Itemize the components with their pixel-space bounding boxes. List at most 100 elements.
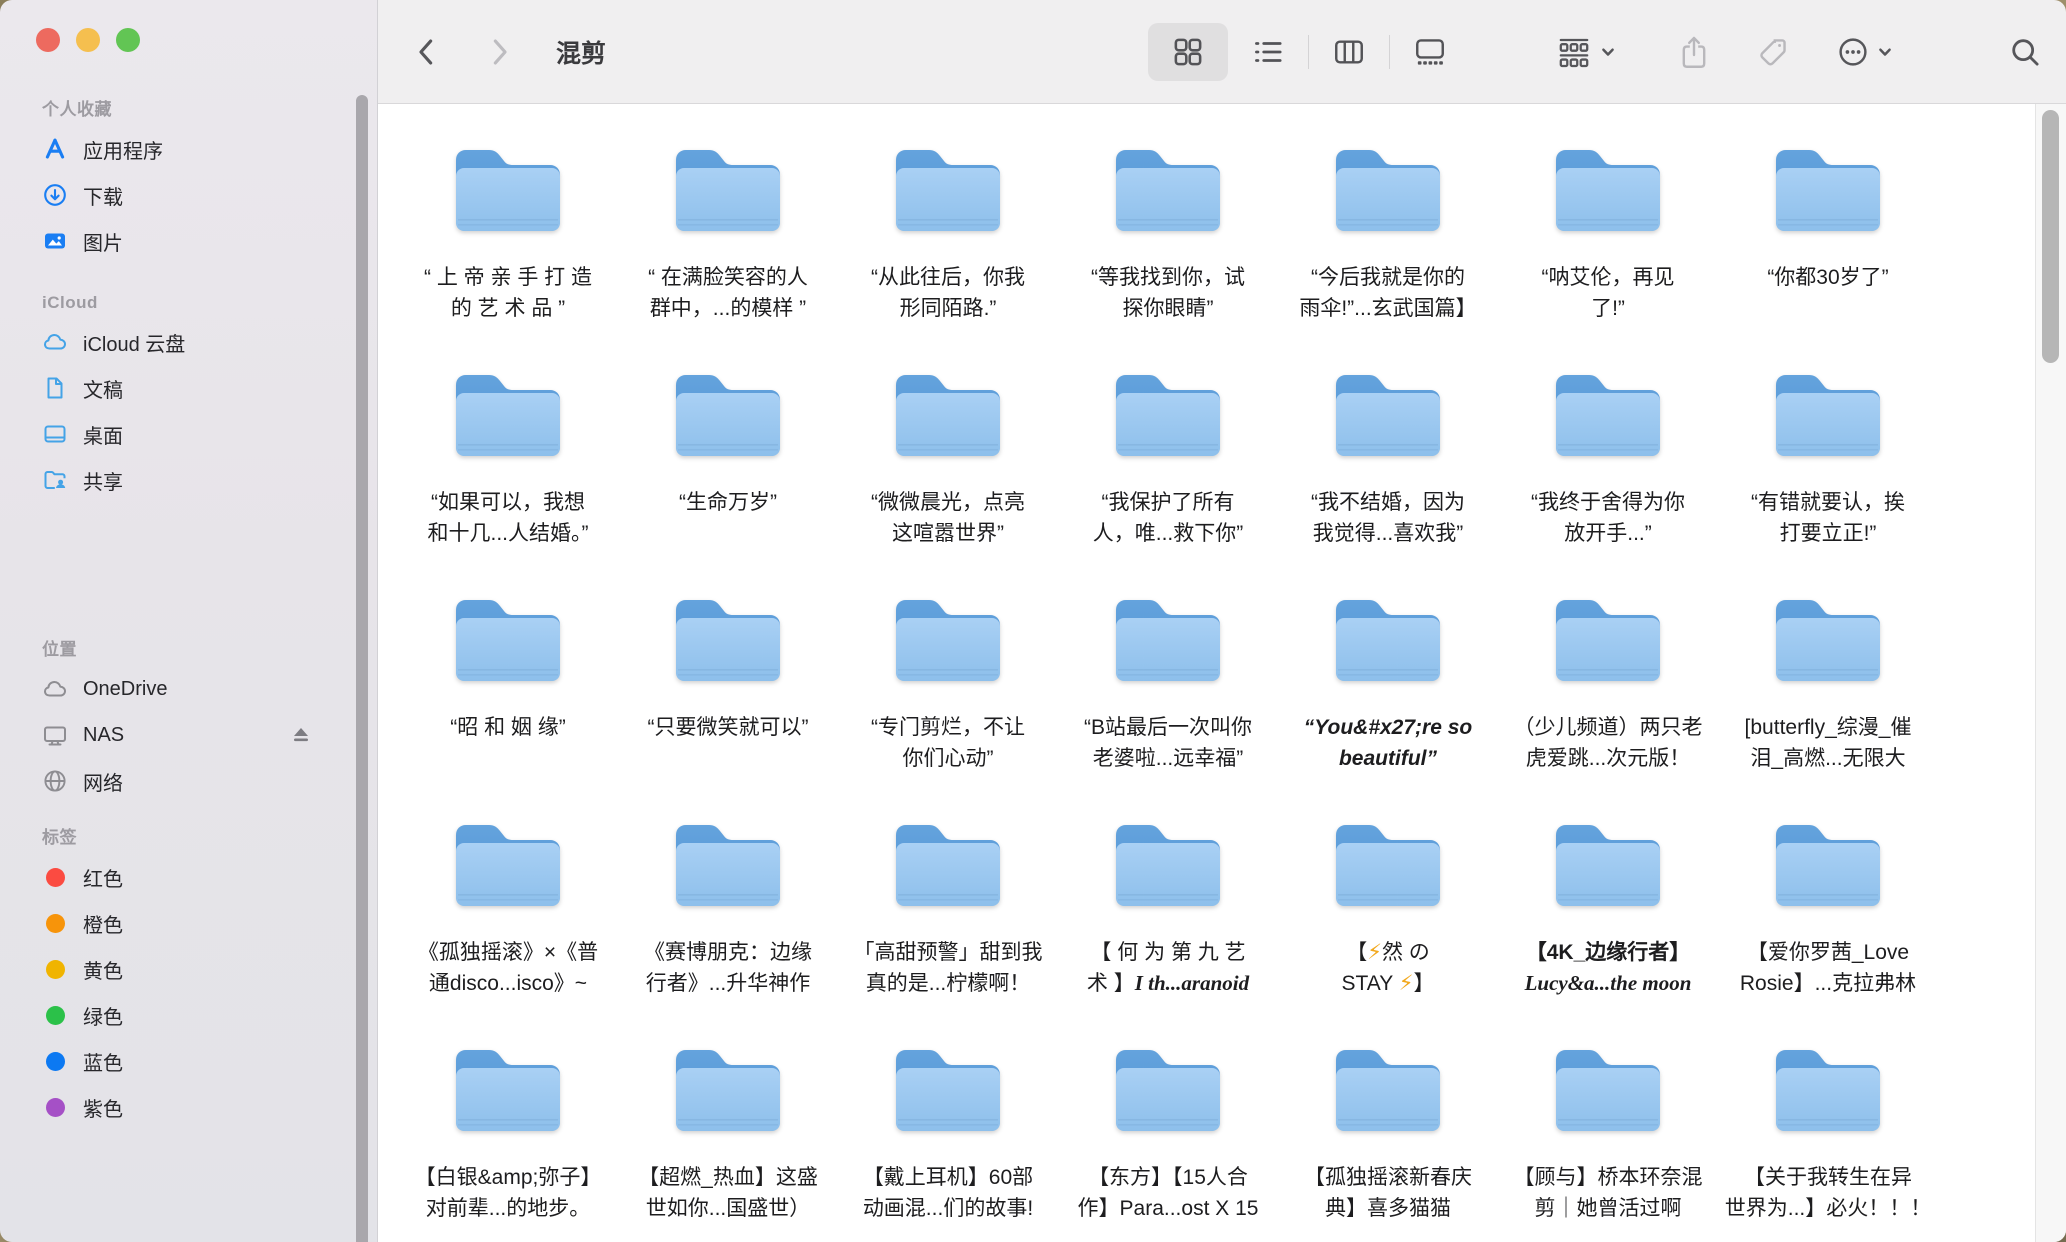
folder-name: “ 上 帝 亲 手 打 造的 艺 术 品 ” <box>424 262 592 324</box>
folder-item[interactable]: “ 在满脸笑容的人群中，...的模样 ” <box>618 142 838 367</box>
folder-grid: “ 上 帝 亲 手 打 造的 艺 术 品 ” “ 在满脸笑容的人群中，...的模样… <box>378 104 2066 1242</box>
tag-color-dot <box>40 1046 70 1076</box>
folder-item[interactable]: 「高甜预警」甜到我真的是...柠檬啊！ <box>838 817 1058 1042</box>
folder-name: 【关于我转生在异世界为...】必火！！！ <box>1725 1162 1932 1224</box>
folder-item[interactable]: “我终于舍得为你放开手...” <box>1498 367 1718 592</box>
sidebar-sections: 个人收藏应用程序下载图片iCloudiCloud 云盘文稿桌面共享位置OneDr… <box>0 88 377 1130</box>
folder-item[interactable]: “我保护了所有人，唯...救下你” <box>1058 367 1278 592</box>
folder-item[interactable]: 【顾与】桥本环奈混剪｜她曾活过啊 <box>1498 1042 1718 1242</box>
sidebar-item-downloads[interactable]: 下载 <box>0 172 377 218</box>
folder-item[interactable]: 【孤独摇滚新春庆典】喜多猫猫 <box>1278 1042 1498 1242</box>
tag-button[interactable] <box>1756 35 1790 69</box>
folder-item[interactable]: “等我找到你，试探你眼睛” <box>1058 142 1278 367</box>
folder-name: “我保护了所有人，唯...救下你” <box>1093 487 1244 549</box>
sidebar-item-label: OneDrive <box>83 678 167 701</box>
folder-item[interactable]: 《孤独摇滚》×《普通disco...isco》~ <box>398 817 618 1042</box>
main-area: 混剪 “ 上 帝 亲 手 打 造的 艺 术 品 ”“ 在满脸笑容的人群中，...… <box>378 0 2066 1242</box>
sidebar-item-network[interactable]: 网络 <box>0 758 377 804</box>
list-view-button[interactable] <box>1228 23 1308 81</box>
folder-item[interactable]: 【白银&amp;弥子】对前辈...的地步。 <box>398 1042 618 1242</box>
folder-name: 【⚡然 のSTAY ⚡】 <box>1342 937 1435 999</box>
eject-icon[interactable] <box>289 723 313 747</box>
sidebar-item-tag-yellow[interactable]: 黄色 <box>0 946 377 992</box>
sidebar-item-label: 橙色 <box>83 909 123 938</box>
sidebar-item-tag-purple[interactable]: 紫色 <box>0 1084 377 1130</box>
folder-name: “你都30岁了” <box>1767 262 1888 293</box>
folder-item[interactable]: “今后我就是你的雨伞!”...玄武国篇】 <box>1278 142 1498 367</box>
folder-name: “昭 和 姻 缘” <box>450 712 566 743</box>
sidebar-item-tag-green[interactable]: 绿色 <box>0 992 377 1038</box>
search-button[interactable] <box>2008 35 2042 69</box>
document-icon <box>40 373 70 403</box>
zoom-button[interactable] <box>116 28 140 52</box>
folder-name: 【4K_边缘行者】Lucy&a...the moon <box>1525 937 1692 999</box>
back-button[interactable] <box>412 35 442 69</box>
sidebar-scrollbar[interactable] <box>356 95 368 1242</box>
content-scrollbar-thumb[interactable] <box>2042 110 2059 363</box>
sidebar-section-title: 位置 <box>0 628 377 666</box>
sidebar-item-icloud-drive[interactable]: iCloud 云盘 <box>0 319 377 365</box>
globe-icon <box>40 766 70 796</box>
more-icon <box>1836 35 1870 69</box>
folder-icon <box>669 817 787 913</box>
cloud-icon <box>40 674 70 704</box>
forward-button[interactable] <box>484 35 514 69</box>
folder-item[interactable]: “从此往后，你我形同陌路.” <box>838 142 1058 367</box>
sidebar-item-tag-blue[interactable]: 蓝色 <box>0 1038 377 1084</box>
folder-name: “生命万岁” <box>679 487 777 518</box>
chevron-down-icon <box>1877 44 1893 60</box>
folder-item[interactable]: “只要微笑就可以” <box>618 592 838 817</box>
folder-item[interactable]: 【关于我转生在异世界为...】必火！！！ <box>1718 1042 1938 1242</box>
group-menu-button[interactable] <box>1556 35 1616 69</box>
folder-item[interactable]: 【戴上耳机】60部动画混...们的故事! <box>838 1042 1058 1242</box>
icon-view-button[interactable] <box>1148 23 1228 81</box>
folder-icon <box>669 592 787 688</box>
sidebar-section-title: 标签 <box>0 816 377 854</box>
folder-item[interactable]: [butterfly_综漫_催泪_高燃...无限大 <box>1718 592 1938 817</box>
minimize-button[interactable] <box>76 28 100 52</box>
column-view-button[interactable] <box>1309 23 1389 81</box>
folder-name: “只要微笑就可以” <box>648 712 809 743</box>
folder-item[interactable]: “B站最后一次叫你老婆啦...远幸福” <box>1058 592 1278 817</box>
close-button[interactable] <box>36 28 60 52</box>
folder-item[interactable]: “呐艾伦，再见了!” <box>1498 142 1718 367</box>
folder-item[interactable]: “You&#x27;re sobeautiful” <box>1278 592 1498 817</box>
window-controls <box>36 28 140 52</box>
sidebar-item-tag-orange[interactable]: 橙色 <box>0 900 377 946</box>
folder-item[interactable]: （少儿频道）两只老虎爱跳...次元版！ <box>1498 592 1718 817</box>
sidebar-item-shared[interactable]: 共享 <box>0 457 377 503</box>
folder-item[interactable]: “有错就要认，挨打要立正!” <box>1718 367 1938 592</box>
folder-item[interactable]: “微微晨光，点亮这喧嚣世界” <box>838 367 1058 592</box>
folder-item[interactable]: 【⚡然 のSTAY ⚡】 <box>1278 817 1498 1042</box>
folder-item[interactable]: 【4K_边缘行者】Lucy&a...the moon <box>1498 817 1718 1042</box>
folder-item[interactable]: 《赛博朋克：边缘行者》...升华神作 <box>618 817 838 1042</box>
folder-name: （少儿频道）两只老虎爱跳...次元版！ <box>1514 712 1703 774</box>
share-button[interactable] <box>1678 34 1710 70</box>
sidebar-item-nas[interactable]: NAS <box>0 712 377 758</box>
folder-item[interactable]: “如果可以，我想和十几...人结婚。” <box>398 367 618 592</box>
sidebar-item-pictures[interactable]: 图片 <box>0 218 377 264</box>
sidebar-section-title: 个人收藏 <box>0 88 377 126</box>
gallery-view-button[interactable] <box>1390 23 1470 81</box>
sidebar-item-applications[interactable]: 应用程序 <box>0 126 377 172</box>
folder-item[interactable]: “昭 和 姻 缘” <box>398 592 618 817</box>
sidebar-item-onedrive[interactable]: OneDrive <box>0 666 377 712</box>
sidebar-item-tag-red[interactable]: 红色 <box>0 854 377 900</box>
folder-item[interactable]: “专门剪烂，不让你们心动” <box>838 592 1058 817</box>
sidebar-item-documents[interactable]: 文稿 <box>0 365 377 411</box>
folder-name: 【白银&amp;弥子】对前辈...的地步。 <box>415 1162 602 1224</box>
folder-item[interactable]: “ 上 帝 亲 手 打 造的 艺 术 品 ” <box>398 142 618 367</box>
folder-item[interactable]: “我不结婚，因为我觉得...喜欢我” <box>1278 367 1498 592</box>
folder-item[interactable]: 【超燃_热血】这盛世如你...国盛世） <box>618 1042 838 1242</box>
sidebar-item-label: 绿色 <box>83 1001 123 1030</box>
folder-item[interactable]: 【东方】【15人合作】Para...ost X 15 <box>1058 1042 1278 1242</box>
sidebar-item-desktop[interactable]: 桌面 <box>0 411 377 457</box>
more-actions-button[interactable] <box>1836 35 1893 69</box>
folder-item[interactable]: “生命万岁” <box>618 367 838 592</box>
folder-item[interactable]: 【爱你罗茜_LoveRosie】...克拉弗林 <box>1718 817 1938 1042</box>
folder-item[interactable]: “你都30岁了” <box>1718 142 1938 367</box>
gallery-view-icon <box>1413 35 1447 69</box>
content-scrollbar-track[interactable] <box>2035 104 2066 1242</box>
folder-name: 【 何 为 第 九 艺术 】I th...aranoid <box>1087 937 1249 999</box>
folder-item[interactable]: 【 何 为 第 九 艺术 】I th...aranoid <box>1058 817 1278 1042</box>
